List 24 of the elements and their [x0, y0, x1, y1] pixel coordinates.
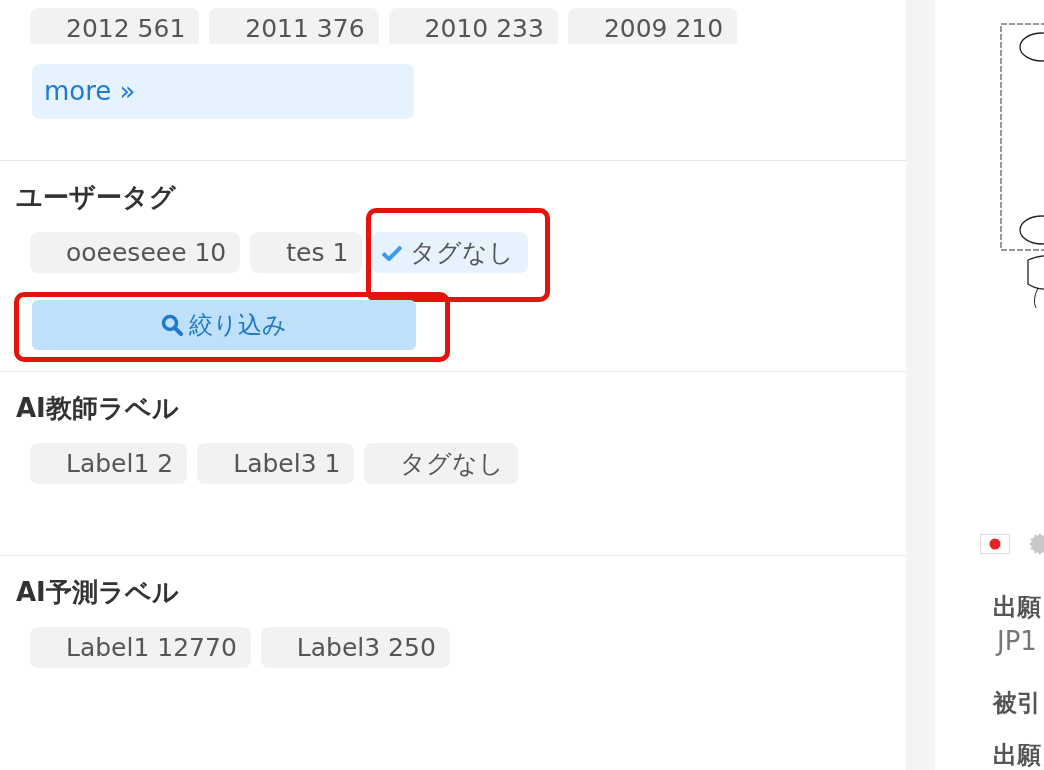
section-heading: AI予測ラベル: [15, 576, 179, 608]
field-label: 被引: [993, 689, 1041, 717]
tag-chip[interactable]: 2011 376: [209, 8, 379, 44]
field-label: 出願: [993, 741, 1041, 769]
check-icon: [382, 244, 403, 261]
tag-chip[interactable]: タグなし: [372, 232, 529, 273]
section-heading: AI教師ラベル: [15, 392, 179, 424]
field-label: 出願: [993, 593, 1041, 621]
tag-chip[interactable]: 2009 210: [567, 8, 738, 44]
more-link[interactable]: more »: [32, 64, 414, 119]
tag-chip[interactable]: Label1 12770: [30, 627, 251, 668]
field-value: JP1: [997, 625, 1037, 657]
tag-chip[interactable]: tes 1: [250, 232, 363, 273]
search-icon: [161, 314, 183, 336]
tag-chip[interactable]: タグなし: [364, 443, 519, 484]
flag-icon: [980, 534, 1010, 554]
tag-chip[interactable]: Label3 1: [197, 443, 355, 484]
seal-icon: [1028, 533, 1044, 555]
tag-chip[interactable]: Label1 2: [30, 443, 188, 484]
tag-chip[interactable]: 2010 233: [388, 8, 558, 44]
tag-chip[interactable]: 2012 561: [30, 8, 200, 44]
tag-chip[interactable]: Label3 250: [260, 627, 450, 668]
section-heading: ユーザータグ: [15, 181, 176, 213]
tag-chip[interactable]: ooeeseee 10: [30, 232, 241, 273]
